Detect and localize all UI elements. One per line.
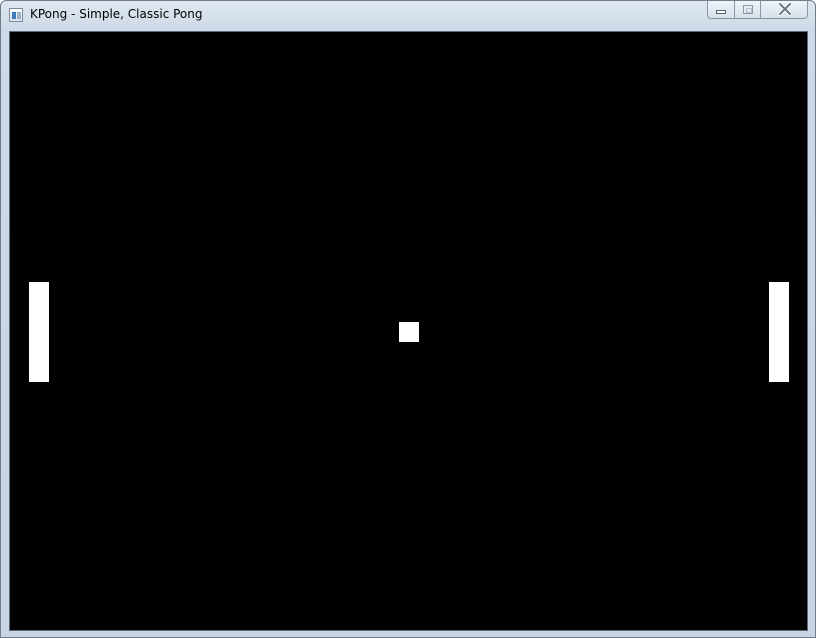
kpong-app-icon[interactable]	[9, 8, 23, 22]
maximize-button[interactable]	[734, 1, 760, 19]
window-title: KPong - Simple, Classic Pong	[30, 7, 203, 21]
minimize-icon	[716, 10, 726, 14]
kpong-window: KPong - Simple, Classic Pong	[0, 0, 816, 638]
ball	[399, 322, 419, 342]
caption-buttons	[707, 1, 808, 20]
maximize-icon	[743, 5, 753, 14]
close-icon	[778, 2, 792, 16]
right-paddle	[769, 282, 789, 382]
game-canvas[interactable]	[9, 31, 808, 631]
left-paddle	[29, 282, 49, 382]
title-bar[interactable]: KPong - Simple, Classic Pong	[1, 1, 815, 30]
close-button[interactable]	[760, 1, 808, 19]
minimize-button[interactable]	[707, 1, 734, 19]
